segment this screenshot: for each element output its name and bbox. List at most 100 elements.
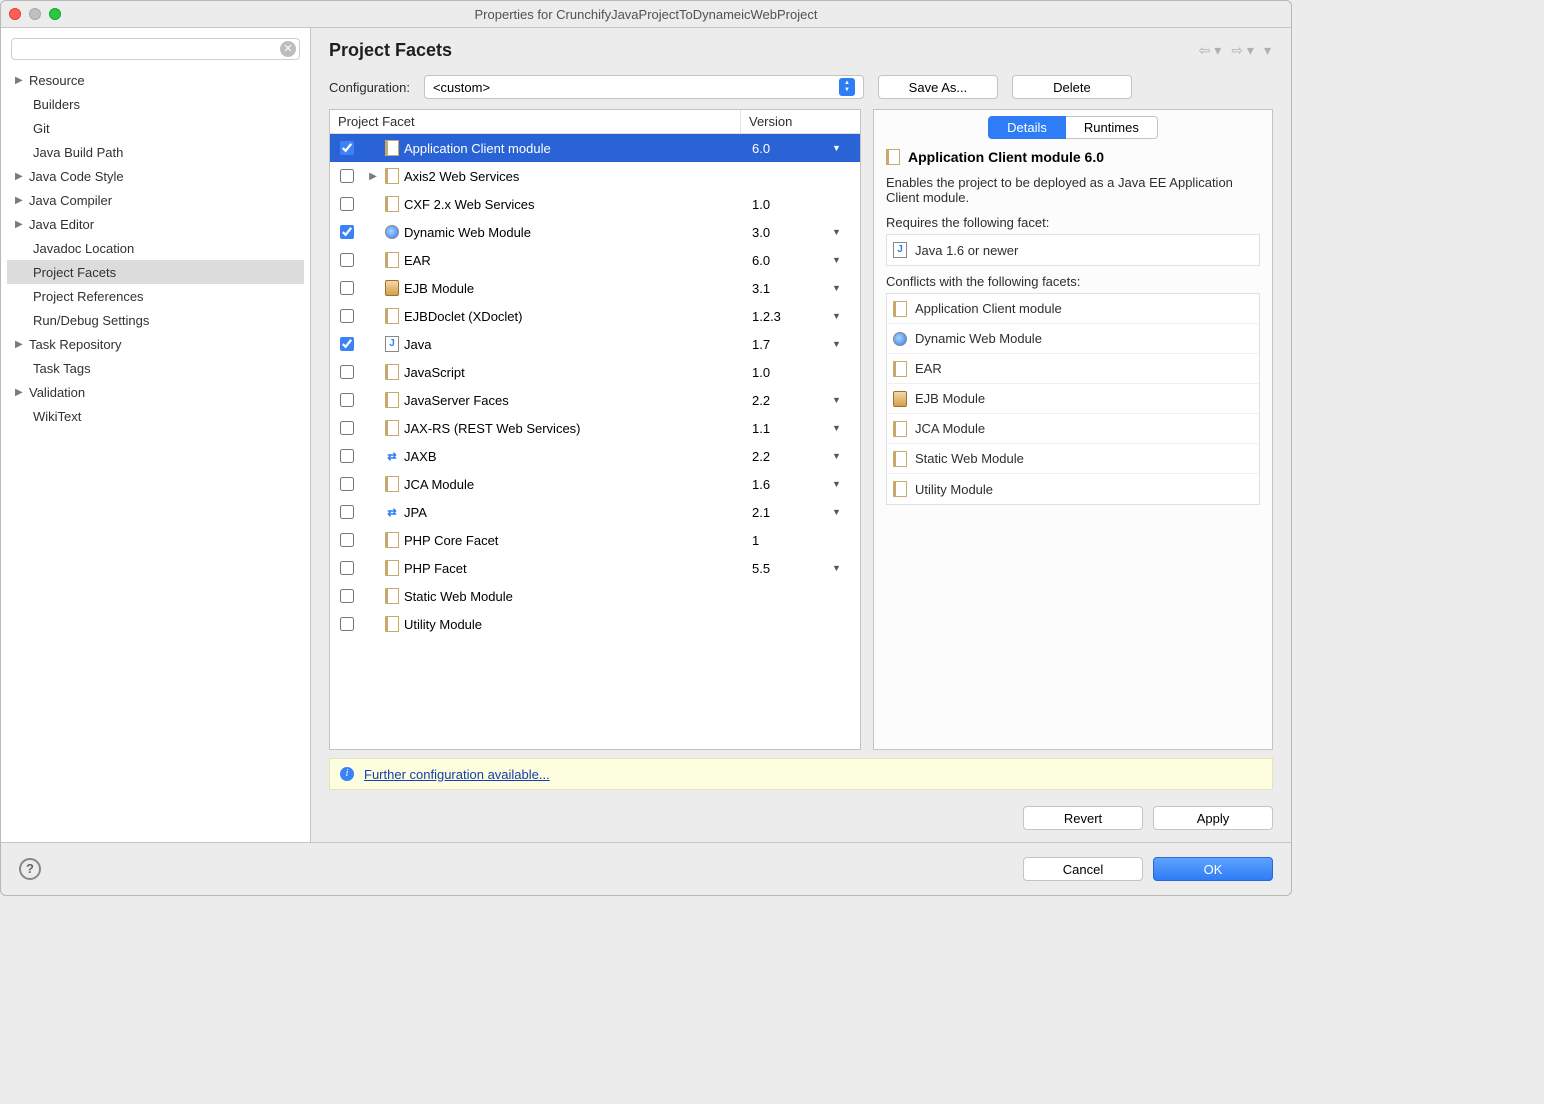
facet-row[interactable]: EJBDoclet (XDoclet)1.2.3▼ [330, 302, 860, 330]
facet-checkbox[interactable] [340, 141, 354, 155]
facet-checkbox[interactable] [340, 197, 354, 211]
nav-forward-icon[interactable]: ⇨ ▾ [1229, 42, 1256, 59]
version-dropdown-icon[interactable]: ▼ [832, 311, 860, 321]
facet-name: Axis2 Web Services [402, 169, 752, 184]
facet-row[interactable]: EAR6.0▼ [330, 246, 860, 274]
facet-row[interactable]: Dynamic Web Module3.0▼ [330, 218, 860, 246]
version-dropdown-icon[interactable]: ▼ [832, 143, 860, 153]
facet-version: 1.6 [752, 477, 832, 492]
version-dropdown-icon[interactable]: ▼ [832, 283, 860, 293]
help-icon[interactable]: ? [19, 858, 41, 880]
facet-checkbox[interactable] [340, 505, 354, 519]
list-item-label: JCA Module [915, 421, 985, 436]
sidebar-item-label: Java Compiler [29, 193, 112, 208]
sidebar-item-java-build-path[interactable]: Java Build Path [7, 140, 304, 164]
delete-button[interactable]: Delete [1012, 75, 1132, 99]
facet-checkbox[interactable] [340, 225, 354, 239]
apply-button[interactable]: Apply [1153, 806, 1273, 830]
sidebar-item-java-editor[interactable]: ▶Java Editor [7, 212, 304, 236]
facet-row[interactable]: JCA Module1.6▼ [330, 470, 860, 498]
sidebar-item-wikitext[interactable]: WikiText [7, 404, 304, 428]
facet-row[interactable]: PHP Facet5.5▼ [330, 554, 860, 582]
facet-version: 2.2 [752, 393, 832, 408]
facet-row[interactable]: Utility Module [330, 610, 860, 638]
cancel-button[interactable]: Cancel [1023, 857, 1143, 881]
facet-checkbox[interactable] [340, 337, 354, 351]
facet-checkbox[interactable] [340, 309, 354, 323]
version-dropdown-icon[interactable]: ▼ [832, 479, 860, 489]
configuration-label: Configuration: [329, 80, 410, 95]
col-project-facet[interactable]: Project Facet [330, 110, 740, 133]
list-item-label: Application Client module [915, 301, 1062, 316]
facet-row[interactable]: Application Client module6.0▼ [330, 134, 860, 162]
list-item: EAR [887, 354, 1259, 384]
facet-row[interactable]: JavaScript1.0 [330, 358, 860, 386]
filter-input[interactable] [11, 38, 300, 60]
facet-row[interactable]: JAX-RS (REST Web Services)1.1▼ [330, 414, 860, 442]
version-dropdown-icon[interactable]: ▼ [832, 339, 860, 349]
sidebar-item-validation[interactable]: ▶Validation [7, 380, 304, 404]
sidebar-item-project-references[interactable]: Project References [7, 284, 304, 308]
tab-runtimes[interactable]: Runtimes [1066, 116, 1158, 139]
facet-checkbox[interactable] [340, 477, 354, 491]
ok-button[interactable]: OK [1153, 857, 1273, 881]
facet-checkbox[interactable] [340, 589, 354, 603]
sidebar-item-javadoc-location[interactable]: Javadoc Location [7, 236, 304, 260]
facet-row[interactable]: ▶Axis2 Web Services [330, 162, 860, 190]
sidebar-item-builders[interactable]: Builders [7, 92, 304, 116]
facet-checkbox[interactable] [340, 449, 354, 463]
col-version[interactable]: Version [740, 110, 860, 133]
sidebar-item-run-debug-settings[interactable]: Run/Debug Settings [7, 308, 304, 332]
facet-checkbox[interactable] [340, 561, 354, 575]
sidebar-item-git[interactable]: Git [7, 116, 304, 140]
sidebar-item-project-facets[interactable]: Project Facets [7, 260, 304, 284]
facet-row[interactable]: JavaServer Faces2.2▼ [330, 386, 860, 414]
version-dropdown-icon[interactable]: ▼ [832, 423, 860, 433]
sidebar-item-java-code-style[interactable]: ▶Java Code Style [7, 164, 304, 188]
clear-search-icon[interactable]: ✕ [280, 41, 296, 57]
facet-name: JavaScript [402, 365, 752, 380]
facet-checkbox[interactable] [340, 253, 354, 267]
version-dropdown-icon[interactable]: ▼ [832, 255, 860, 265]
facet-row[interactable]: ⇄JAXB2.2▼ [330, 442, 860, 470]
facet-row[interactable]: EJB Module3.1▼ [330, 274, 860, 302]
facet-row[interactable]: Static Web Module [330, 582, 860, 610]
version-dropdown-icon[interactable]: ▼ [832, 227, 860, 237]
further-config-link[interactable]: Further configuration available... [364, 767, 550, 782]
version-dropdown-icon[interactable]: ▼ [832, 507, 860, 517]
facet-icon-cell [382, 532, 402, 548]
facet-checkbox[interactable] [340, 169, 354, 183]
java-icon: J [385, 336, 399, 352]
sidebar-item-resource[interactable]: ▶Resource [7, 68, 304, 92]
nav-back-icon[interactable]: ⇦ ▾ [1197, 42, 1224, 59]
facet-row[interactable]: JJava1.7▼ [330, 330, 860, 358]
sidebar-item-task-tags[interactable]: Task Tags [7, 356, 304, 380]
facet-row[interactable]: ⇄JPA2.1▼ [330, 498, 860, 526]
sidebar-item-label: Project References [33, 289, 144, 304]
configuration-select[interactable]: <custom> ▲▼ [424, 75, 864, 99]
sidebar-item-java-compiler[interactable]: ▶Java Compiler [7, 188, 304, 212]
properties-window: Properties for CrunchifyJavaProjectToDyn… [0, 0, 1292, 896]
save-as-button[interactable]: Save As... [878, 75, 998, 99]
facet-icon-cell: ⇄ [382, 504, 402, 520]
view-menu-icon[interactable]: ▾ [1262, 42, 1273, 59]
sidebar-item-task-repository[interactable]: ▶Task Repository [7, 332, 304, 356]
jar-icon [385, 280, 399, 296]
facet-checkbox[interactable] [340, 421, 354, 435]
revert-button[interactable]: Revert [1023, 806, 1143, 830]
version-dropdown-icon[interactable]: ▼ [832, 451, 860, 461]
facet-checkbox[interactable] [340, 533, 354, 547]
version-dropdown-icon[interactable]: ▼ [832, 395, 860, 405]
facet-version: 5.5 [752, 561, 832, 576]
tab-details[interactable]: Details [988, 116, 1066, 139]
facet-checkbox[interactable] [340, 393, 354, 407]
version-dropdown-icon[interactable]: ▼ [832, 563, 860, 573]
facet-version: 3.1 [752, 281, 832, 296]
facet-row[interactable]: PHP Core Facet1 [330, 526, 860, 554]
globe-icon [385, 225, 399, 239]
facet-checkbox[interactable] [340, 617, 354, 631]
requires-label: Requires the following facet: [886, 215, 1260, 230]
facet-row[interactable]: CXF 2.x Web Services1.0 [330, 190, 860, 218]
facet-checkbox[interactable] [340, 365, 354, 379]
facet-checkbox[interactable] [340, 281, 354, 295]
